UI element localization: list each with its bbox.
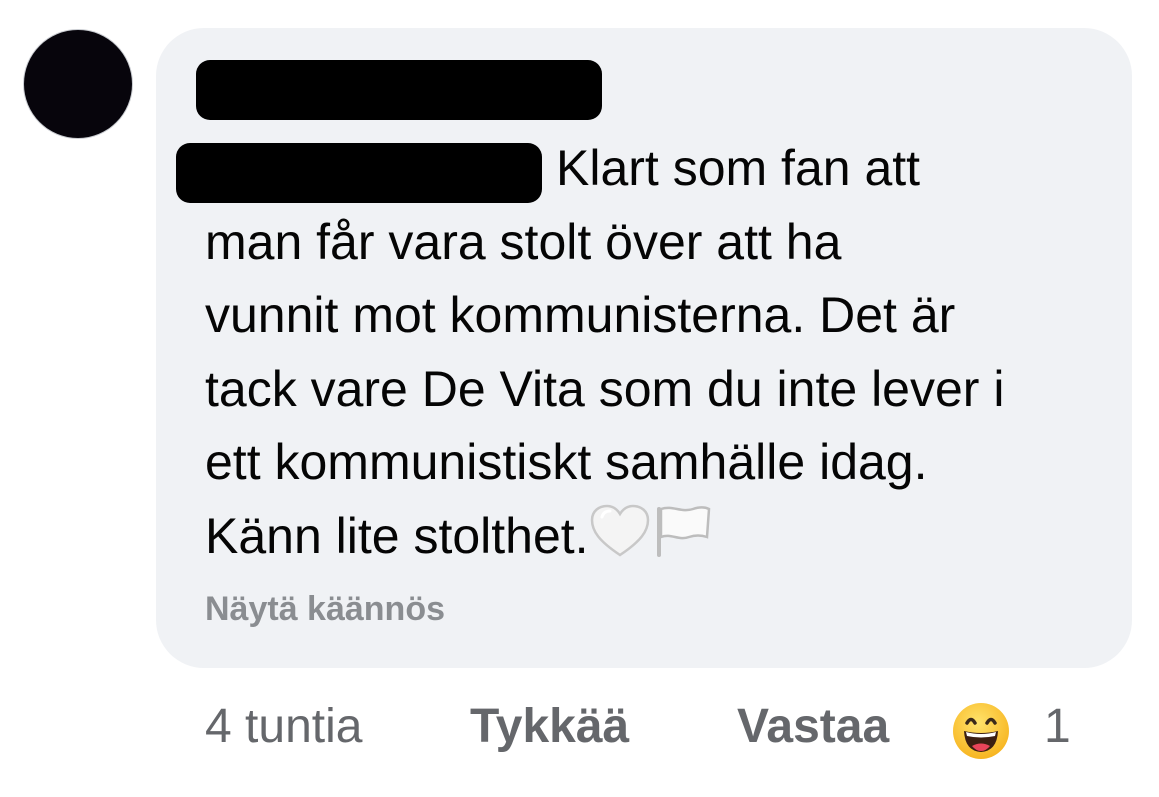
- comment-line: tack vare De Vita som du inte lever i: [205, 360, 1005, 417]
- comment-last-line: Känn lite stolthet.: [205, 500, 1105, 574]
- comment-text: Klart som fan att man får vara stolt öve…: [205, 132, 1105, 574]
- comment-line: Känn lite stolthet.: [205, 507, 589, 564]
- comment-line: Klart som fan att: [556, 140, 921, 196]
- white-heart-icon: [590, 504, 649, 557]
- timestamp[interactable]: 4 tuntia: [205, 697, 362, 757]
- comment-line: man får vara stolt över att ha: [205, 213, 842, 270]
- white-flag-icon: [656, 506, 710, 557]
- avatar[interactable]: [24, 30, 132, 138]
- like-button[interactable]: Tykkää: [470, 697, 629, 757]
- reaction-count[interactable]: 1: [1044, 697, 1071, 757]
- reply-button[interactable]: Vastaa: [737, 697, 889, 757]
- comment-line: ett kommunistiskt samhälle idag.: [205, 434, 928, 491]
- show-translation-link[interactable]: Näytä käännös: [205, 590, 445, 629]
- comment-line: vunnit mot kommunisterna. Det är: [205, 287, 956, 344]
- grinning-face-icon[interactable]: [951, 701, 1011, 761]
- redacted-author-name: [196, 60, 602, 120]
